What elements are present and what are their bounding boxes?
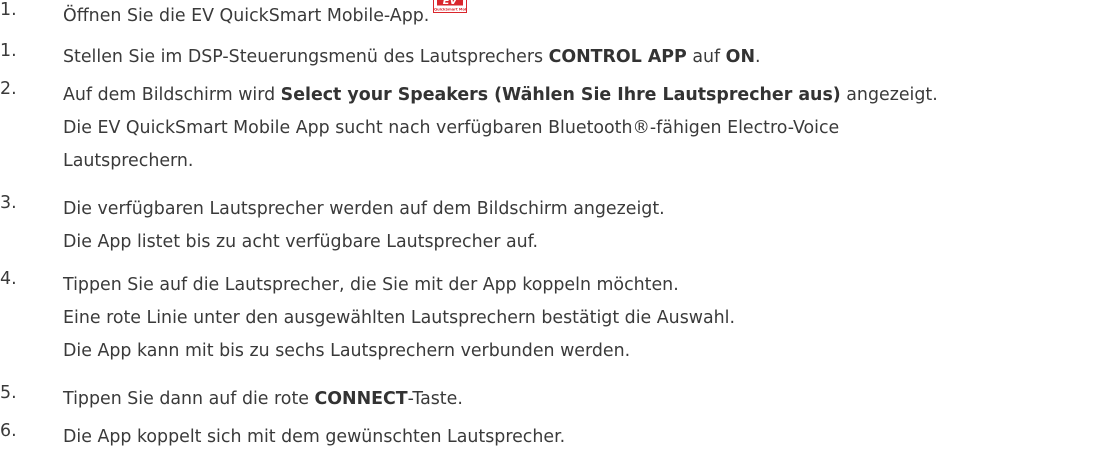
step-text: auf [686,47,726,67]
list-item: 4. Tippen Sie auf die Lautsprecher, die S… [0,269,1096,368]
step-number: 3. [0,193,17,213]
step-number: 4. [0,269,17,289]
step-text-line: Tippen Sie dann auf die rote CONNECT-Tas… [63,383,1096,416]
step-text-line: Die EV QuickSmart Mobile App sucht nach … [63,112,1096,145]
svg-text:EV: EV [443,0,459,7]
step-text: Die App koppelt sich mit dem gewünschten… [63,427,566,447]
ev-quicksmart-app-icon: EVEV QuickSmart Mobile [433,0,468,13]
emphasized-text: CONTROL APP [548,47,687,67]
step-text-line: Auf dem Bildschirm wird Select your Spea… [63,79,1096,112]
step-text: Tippen Sie dann auf die rote [63,389,315,409]
step-number: 6. [0,421,17,441]
step-text: Die App kann mit bis zu sechs Lautsprech… [63,341,631,361]
list-item: 5. Tippen Sie dann auf die rote CONNECT-T… [0,383,1096,416]
step-text-line: Die App listet bis zu acht verfügbare La… [63,226,1096,259]
step-text: Die App listet bis zu acht verfügbare La… [63,232,539,252]
emphasized-text: CONNECT [314,389,408,409]
list-item: 2. Auf dem Bildschirm wird Select your Sp… [0,79,1096,178]
step-number: 5. [0,383,17,403]
step-text-line: Eine rote Linie unter den ausgewählten L… [63,302,1096,335]
step-text: Tippen Sie auf die Lautsprecher, die Sie… [63,275,679,295]
step-text: angezeigt. [840,85,938,105]
step-text-line: Öffnen Sie die EV QuickSmart Mobile-App.… [63,0,1096,33]
step-text-line: Die verfügbaren Lautsprecher werden auf … [63,193,1096,226]
step-text: . [755,47,761,67]
step-text: Die verfügbaren Lautsprecher werden auf … [63,199,665,219]
step-number: 2. [0,79,17,99]
list-item: 1. Öffnen Sie die EV QuickSmart Mobile-Ap… [0,0,1096,33]
step-text: Öffnen Sie die EV QuickSmart Mobile-App. [63,6,430,26]
svg-text:EV QuickSmart Mobile: EV QuickSmart Mobile [433,8,467,12]
step-number: 1. [0,0,17,20]
step-text-line: Stellen Sie im DSP-Steuerungsmenü des La… [63,41,1096,74]
step-text: Die EV QuickSmart Mobile App sucht nach … [63,118,840,138]
step-text-line: Die App koppelt sich mit dem gewünschten… [63,421,1096,454]
step-text: Auf dem Bildschirm wird [63,85,281,105]
step-text-line: Lautsprechern. [63,145,1096,178]
step-text-line: Tippen Sie auf die Lautsprecher, die Sie… [63,269,1096,302]
emphasized-text: ON [725,47,755,67]
step-text: Stellen Sie im DSP-Steuerungsmenü des La… [63,47,549,67]
list-item: 1. Stellen Sie im DSP-Steuerungsmenü des … [0,41,1096,74]
step-text: Eine rote Linie unter den ausgewählten L… [63,308,736,328]
step-text: -Taste. [407,389,463,409]
step-number: 1. [0,41,17,61]
emphasized-text: Select your Speakers (Wählen Sie Ihre La… [280,85,841,105]
step-text: Lautsprechern. [63,151,194,171]
list-item: 3. Die verfügbaren Lautsprecher werden au… [0,193,1096,259]
step-text-line: Die App kann mit bis zu sechs Lautsprech… [63,335,1096,368]
list-item: 6. Die App koppelt sich mit dem gewünscht… [0,421,1096,454]
